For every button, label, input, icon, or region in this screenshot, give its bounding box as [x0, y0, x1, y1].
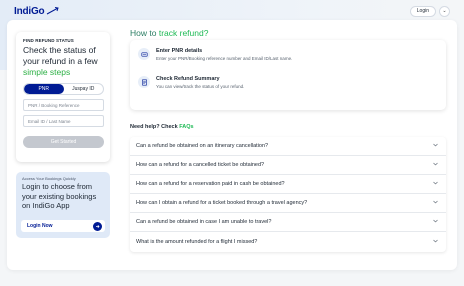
- login-promo-card: Access Your Bookings Quickly Login to ch…: [16, 172, 110, 238]
- faq-item[interactable]: How can a refund for a cancelled ticket …: [130, 156, 446, 176]
- chevron-down-icon: [433, 219, 438, 225]
- login-button[interactable]: Login: [409, 5, 436, 17]
- faq-item[interactable]: How can a refund for a reservation paid …: [130, 175, 446, 195]
- step-1-desc: Enter your PNR/Booking reference number …: [156, 56, 293, 61]
- menu-chevron-button[interactable]: ⌄: [439, 5, 450, 17]
- login-promo-heading: Login to choose from your existing booki…: [22, 182, 97, 210]
- step-2-desc: You can view/track the status of your re…: [156, 84, 245, 89]
- chevron-down-icon: [433, 162, 438, 168]
- step-2-title: Check Refund Summary: [156, 76, 220, 82]
- login-now-button[interactable]: Login Now: [21, 220, 105, 232]
- toggle-pnr[interactable]: PNR: [24, 84, 64, 94]
- heading-line-2: refund in a few: [41, 56, 98, 66]
- how-to-title-highlight: track refund?: [158, 28, 209, 38]
- step-check-summary: Check Refund Summary You can view/track …: [138, 76, 244, 89]
- chevron-down-icon: [433, 181, 438, 187]
- step-1-title: Enter PNR details: [156, 48, 203, 54]
- faq-title-highlight: FAQs: [179, 124, 194, 130]
- chevron-down-icon: [433, 239, 438, 245]
- top-right-controls: Login ⌄: [409, 5, 450, 17]
- toggle-juspay-id[interactable]: Juspay ID: [64, 84, 104, 94]
- get-started-button[interactable]: Get Started: [23, 136, 104, 148]
- refund-status-card: FIND REFUND STATUS Check the status of y…: [16, 32, 110, 162]
- faq-list: Can a refund be obtained on an itinerary…: [130, 137, 446, 252]
- faq-question: What is the amount refunded for a flight…: [136, 239, 258, 246]
- find-refund-label: FIND REFUND STATUS: [23, 38, 74, 43]
- faq-item[interactable]: How can I obtain a refund for a ticket b…: [130, 194, 446, 214]
- steps-card: Enter PNR details Enter your PNR/Booking…: [130, 40, 446, 110]
- summary-icon: [138, 76, 150, 88]
- plane-icon: [47, 7, 60, 15]
- top-bar: IndiGo Login ⌄: [0, 0, 464, 22]
- faq-item[interactable]: Can a refund be obtained in case I am un…: [130, 213, 446, 233]
- indigo-logo[interactable]: IndiGo: [14, 6, 60, 17]
- faq-item[interactable]: Can a refund be obtained on an itinerary…: [130, 137, 446, 157]
- arrow-right-icon: [93, 221, 102, 231]
- chevron-down-icon: ⌄: [442, 8, 447, 14]
- chevron-down-icon: [433, 200, 438, 206]
- status-heading: Check the status of your refund in a few…: [23, 45, 104, 78]
- id-type-toggle: PNR Juspay ID: [23, 83, 104, 95]
- how-to-title-prefix: How to: [130, 28, 159, 38]
- pnr-icon: [138, 48, 150, 60]
- chevron-down-icon: [433, 143, 438, 149]
- pnr-input[interactable]: PNR / Booking Reference: [23, 99, 104, 111]
- faq-question: How can I obtain a refund for a ticket b…: [136, 200, 308, 207]
- heading-highlight: simple steps: [23, 67, 71, 77]
- faq-question: How can a refund for a cancelled ticket …: [136, 162, 265, 169]
- faq-question: How can a refund for a reservation paid …: [136, 181, 285, 188]
- faq-title: Need help? Check FAQs: [130, 124, 194, 130]
- email-lastname-input[interactable]: Email ID / Last Name: [23, 115, 104, 127]
- step-enter-pnr: Enter PNR details Enter your PNR/Booking…: [138, 48, 292, 61]
- faq-title-prefix: Need help? Check: [130, 124, 180, 130]
- faq-question: Can a refund be obtained on an itinerary…: [136, 143, 269, 150]
- access-bookings-label: Access Your Bookings Quickly: [22, 176, 76, 181]
- faq-item[interactable]: What is the amount refunded for a flight…: [130, 232, 446, 251]
- faq-question: Can a refund be obtained in case I am un…: [136, 219, 272, 226]
- how-to-title: How to track refund?: [130, 28, 208, 38]
- logo-text: IndiGo: [14, 5, 45, 17]
- login-now-label: Login Now: [27, 223, 53, 229]
